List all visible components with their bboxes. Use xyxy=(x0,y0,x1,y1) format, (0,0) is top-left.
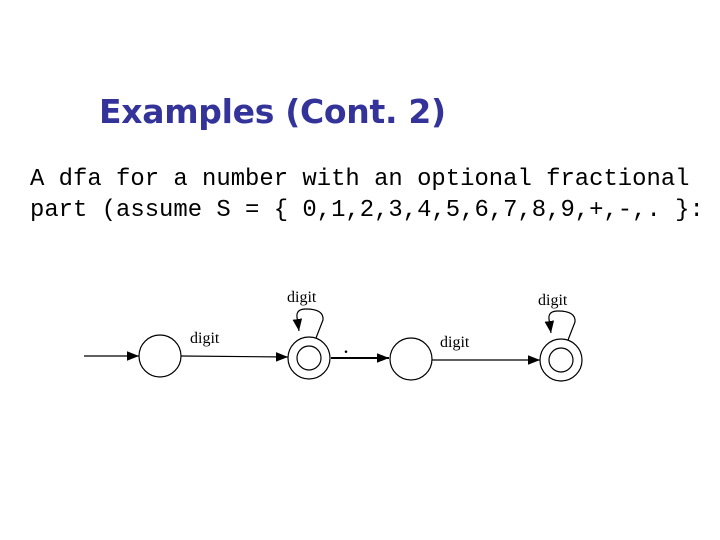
self-loop-q3 xyxy=(544,310,576,341)
transition-label-q3-q3: digit xyxy=(538,292,568,309)
transition-q0-q1 xyxy=(180,352,289,362)
transition-label-q0-q1: digit xyxy=(190,330,220,347)
accepting-ring-q3 xyxy=(548,347,574,373)
accepting-ring-q1 xyxy=(296,345,322,371)
state-q1 xyxy=(287,336,331,380)
transition-label-q1-q1: digit xyxy=(287,289,317,306)
state-q2 xyxy=(389,337,433,381)
self-loop-q1 xyxy=(292,308,324,339)
transition-label-q2-q3: digit xyxy=(440,334,470,351)
state-q0 xyxy=(138,334,182,378)
state-q3 xyxy=(539,338,583,382)
transition-label-q1-q2: . xyxy=(344,340,348,357)
dfa-diagram: digit digit . digit digit xyxy=(84,289,583,382)
